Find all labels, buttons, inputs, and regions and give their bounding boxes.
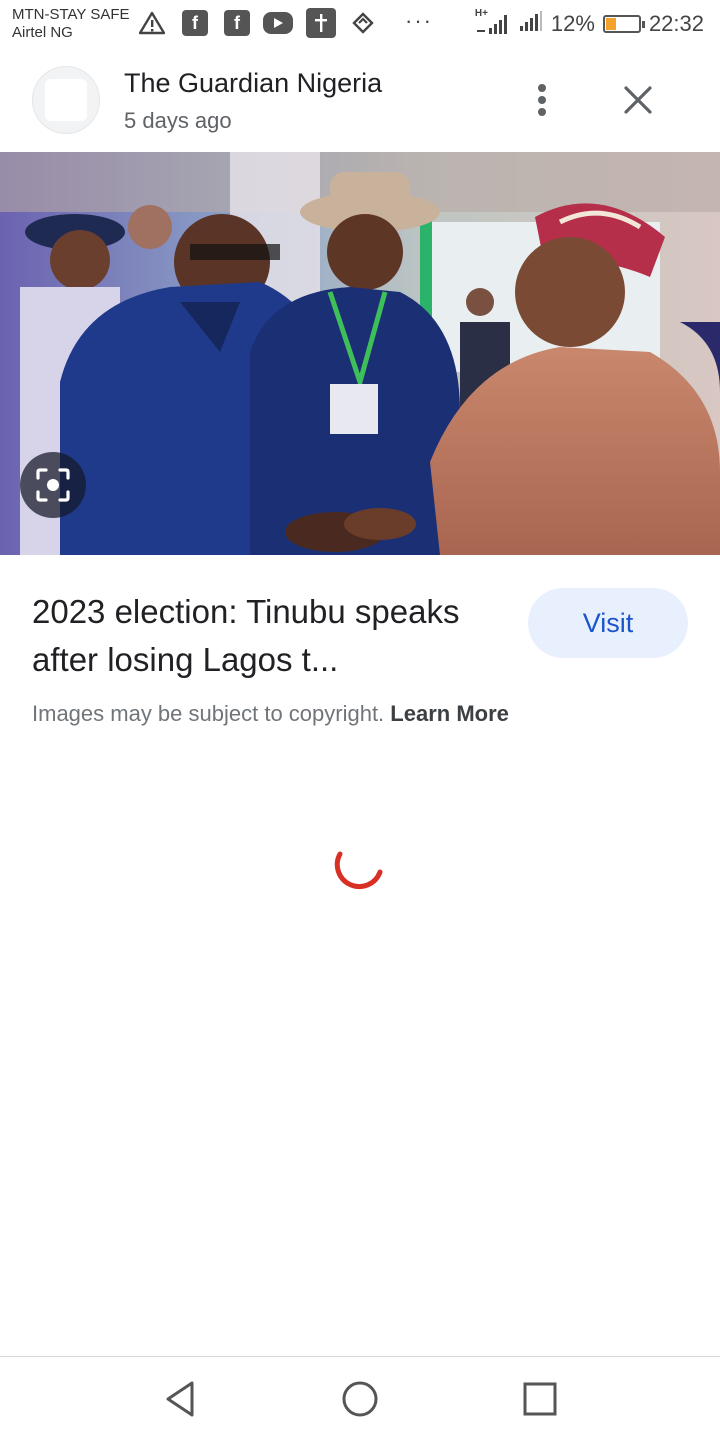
battery-icon [602,15,645,33]
home-icon[interactable] [338,1377,382,1421]
facebook-icon: f [224,10,250,36]
visit-button[interactable]: Visit [528,588,688,658]
cross-app-icon [306,8,336,38]
battery-percent: 12% [550,11,595,36]
site-favicon[interactable] [32,66,100,134]
close-icon[interactable] [618,80,658,120]
back-icon[interactable] [158,1377,202,1421]
learn-more-link[interactable]: Learn More [390,701,509,726]
recents-icon[interactable] [518,1377,562,1421]
carrier-info: MTN-STAY SAFE Airtel NG [12,6,130,42]
loading-spinner [328,832,388,892]
preview-image[interactable] [0,152,720,555]
source-header: The Guardian Nigeria 5 days ago [0,50,720,150]
published-time: 5 days ago [124,108,232,133]
more-notifications-icon: ··· [405,8,433,33]
more-options-icon[interactable] [526,80,558,120]
layers-app-icon [350,10,376,36]
copyright-text: Images may be subject to copyright. [32,701,385,726]
warning-icon [139,10,165,36]
favicon-placeholder [45,79,87,121]
signal-strength-icon [519,10,543,38]
facebook-icon: f [182,10,208,36]
status-bar: MTN-STAY SAFE Airtel NG f f ··· H+ 12% 2… [0,0,720,50]
image-title[interactable]: 2023 election: Tinubu speaks after losin… [32,588,512,684]
photo [0,152,720,555]
site-name[interactable]: The Guardian Nigeria [124,68,382,99]
system-navigation-bar [0,1356,720,1440]
carrier-secondary: Airtel NG [12,24,73,41]
clock: 22:32 [648,11,704,36]
youtube-icon [263,12,293,34]
system-indicators: H+ 12% 22:32 [475,8,704,38]
lens-icon[interactable] [20,452,86,518]
copyright-notice: Images may be subject to copyright. Lear… [32,701,509,727]
carrier-primary: MTN-STAY SAFE [12,6,130,23]
mobile-signal-icon: H+ [475,8,511,36]
